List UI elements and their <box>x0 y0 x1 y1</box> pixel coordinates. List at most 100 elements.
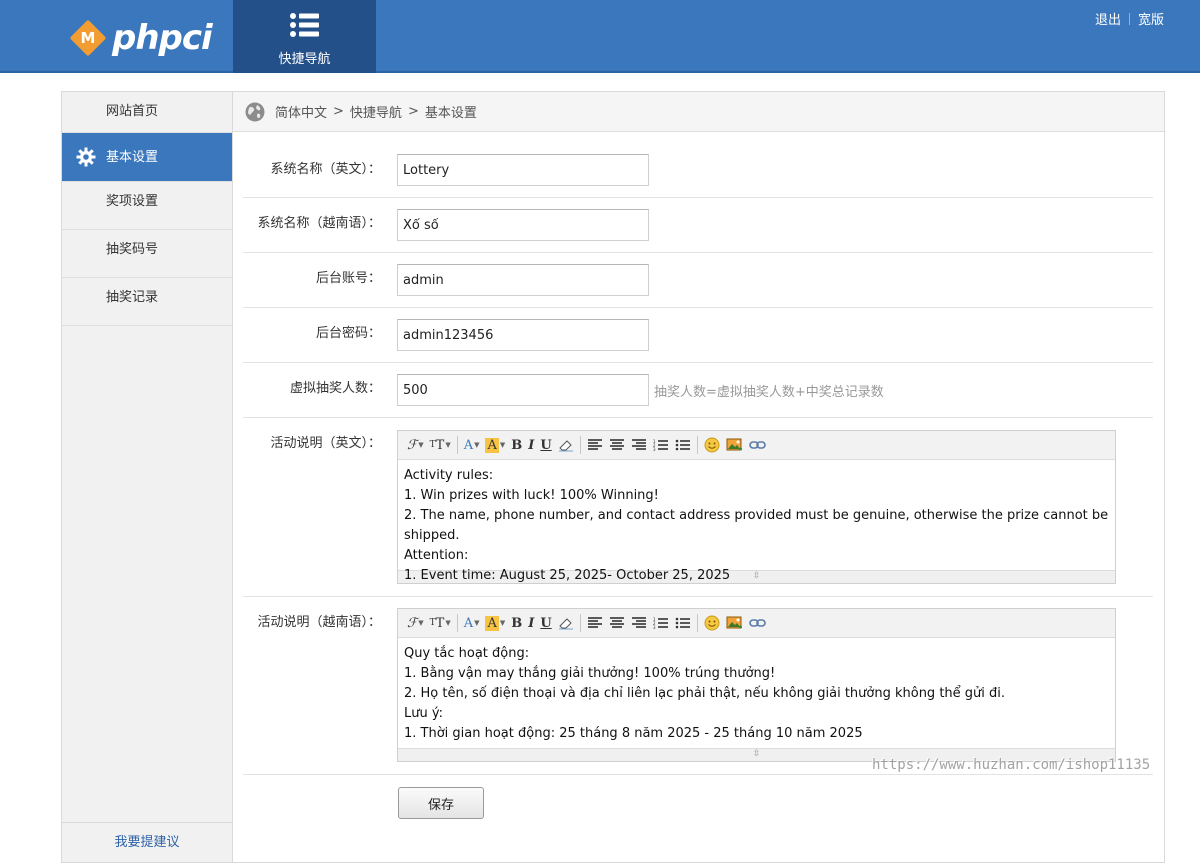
eraser-icon[interactable] <box>558 613 574 633</box>
form-row-virtual-count: 虚拟抽奖人数： 抽奖人数=虚拟抽奖人数+中奖总记录数 <box>243 363 1153 418</box>
form-row-desc-en: 活动说明（英文）： ℱ ▼ T T ▼ A ▼ A ▼ B I U 1 2 3 … <box>243 418 1153 597</box>
gear-icon <box>76 147 96 167</box>
link-icon[interactable] <box>748 435 766 455</box>
bold-icon[interactable]: B <box>511 435 522 455</box>
emoticon-icon[interactable] <box>704 435 720 455</box>
password-input[interactable] <box>397 319 649 351</box>
font-color-icon[interactable]: A ▼ <box>464 613 480 633</box>
sidebar: 网站首页 基本设置 奖项设置 抽奖码号 抽奖记录 我要提建议 <box>62 92 233 862</box>
desc-en-editor: ℱ ▼ T T ▼ A ▼ A ▼ B I U 1 2 3 Activity r… <box>397 430 1116 584</box>
image-icon[interactable] <box>726 613 743 633</box>
virtual-count-label: 虚拟抽奖人数： <box>289 381 381 396</box>
italic-icon[interactable]: I <box>528 435 534 455</box>
unordered-list-icon[interactable] <box>675 613 691 633</box>
list-icon <box>290 13 319 37</box>
sidebar-item-label: 抽奖记录 <box>106 290 159 305</box>
align-left-icon[interactable] <box>587 613 603 633</box>
watermark: https://www.huzhan.com/ishop11135 <box>872 757 1151 773</box>
content-line: 1. Bằng vận may thắng giải thưởng! 100% … <box>404 666 776 681</box>
name-vi-label: 系统名称（越南语）： <box>257 216 381 231</box>
bold-icon[interactable]: B <box>511 613 522 633</box>
image-icon[interactable] <box>726 435 743 455</box>
sidebar-item-basic-settings[interactable]: 基本设置 <box>62 133 232 182</box>
font-size-icon[interactable]: T T ▼ <box>430 435 451 455</box>
editor-toolbar: ℱ ▼ T T ▼ A ▼ A ▼ B I U 1 2 3 <box>398 609 1115 638</box>
svg-text:3: 3 <box>653 625 656 630</box>
ordered-list-icon[interactable]: 123 <box>653 435 669 455</box>
breadcrumb-current: 基本设置 <box>424 106 477 121</box>
form-row-password: 后台密码： <box>243 308 1153 363</box>
svg-text:3: 3 <box>653 447 656 452</box>
unordered-list-icon[interactable] <box>675 435 691 455</box>
sidebar-item-label: 抽奖码号 <box>106 242 159 257</box>
form-row-name-vi: 系统名称（越南语）： <box>243 198 1153 253</box>
top-links: 退出 宽版 <box>1095 9 1164 28</box>
align-center-icon[interactable] <box>609 613 625 633</box>
desc-vi-editor: ℱ ▼ T T ▼ A ▼ A ▼ B I U 1 2 3 Quy tắc ho… <box>397 608 1116 762</box>
logo-mark-icon: M <box>69 19 107 57</box>
sidebar-item-prize-settings[interactable]: 奖项设置 <box>62 182 232 230</box>
content-line: Lưu ý: <box>404 706 443 721</box>
font-family-icon[interactable]: ℱ ▼ <box>407 435 424 455</box>
italic-icon[interactable]: I <box>528 613 534 633</box>
content-line: 2. The name, phone number, and contact a… <box>404 508 1109 543</box>
form-row-account: 后台账号： <box>243 253 1153 308</box>
align-left-icon[interactable] <box>587 435 603 455</box>
desc-en-label: 活动说明（英文）： <box>270 436 381 451</box>
font-family-icon[interactable]: ℱ ▼ <box>407 613 424 633</box>
content-line: 1. Win prizes with luck! 100% Winning! <box>404 488 659 503</box>
breadcrumb-quick-nav[interactable]: 快捷导航 <box>350 102 402 121</box>
name-en-input[interactable] <box>397 154 649 186</box>
align-right-icon[interactable] <box>631 613 647 633</box>
align-right-icon[interactable] <box>631 435 647 455</box>
name-en-label: 系统名称（英文）： <box>270 162 381 177</box>
content-line: Activity rules: <box>404 468 494 483</box>
content-line: 2. Họ tên, số điện thoại và địa chỉ liên… <box>404 686 1006 701</box>
link-divider <box>1128 12 1130 25</box>
font-size-icon[interactable]: T T ▼ <box>430 613 451 633</box>
form-row-name-en: 系统名称（英文）： <box>243 142 1153 198</box>
content-line: Attention: <box>404 548 469 563</box>
suggestion-link[interactable]: 我要提建议 <box>62 822 232 862</box>
logo-text: phpci <box>112 18 213 58</box>
editor-toolbar: ℱ ▼ T T ▼ A ▼ A ▼ B I U 1 2 3 <box>398 431 1115 460</box>
top-header: M phpci 快捷导航 退出 宽版 <box>0 0 1200 73</box>
emoticon-icon[interactable] <box>704 613 720 633</box>
highlight-color-icon[interactable]: A ▼ <box>485 613 505 633</box>
breadcrumb-separator: > <box>407 104 419 119</box>
breadcrumb: 简体中文 > 快捷导航 > 基本设置 <box>233 92 1164 132</box>
sidebar-item-label: 基本设置 <box>106 150 159 165</box>
quick-nav-label: 快捷导航 <box>278 52 331 67</box>
logo[interactable]: M phpci <box>69 18 213 58</box>
globe-icon <box>245 102 265 121</box>
ordered-list-icon[interactable]: 123 <box>653 613 669 633</box>
account-input[interactable] <box>397 264 649 296</box>
breadcrumb-lang[interactable]: 简体中文 <box>275 102 327 121</box>
align-center-icon[interactable] <box>609 435 625 455</box>
highlight-color-icon[interactable]: A ▼ <box>485 435 505 455</box>
password-label: 后台密码： <box>315 326 381 341</box>
sidebar-item-label: 奖项设置 <box>106 194 159 209</box>
virtual-count-input[interactable] <box>397 374 649 406</box>
sidebar-item-lottery-records[interactable]: 抽奖记录 <box>62 278 232 326</box>
content-line: 1. Thời gian hoạt động: 25 tháng 8 năm 2… <box>404 726 863 741</box>
sidebar-item-home[interactable]: 网站首页 <box>62 92 232 133</box>
account-label: 后台账号： <box>315 271 381 286</box>
sidebar-item-label: 网站首页 <box>106 104 159 119</box>
save-button[interactable]: 保存 <box>398 787 484 819</box>
desc-vi-content[interactable]: Quy tắc hoạt động: 1. Bằng vận may thắng… <box>398 638 1115 748</box>
underline-icon[interactable]: U <box>540 613 551 633</box>
link-icon[interactable] <box>748 613 766 633</box>
form-row-desc-vi: 活动说明（越南语）： ℱ ▼ T T ▼ A ▼ A ▼ B I U 1 2 3… <box>243 597 1153 775</box>
underline-icon[interactable]: U <box>540 435 551 455</box>
logout-link[interactable]: 退出 <box>1095 9 1121 28</box>
quick-nav-tab[interactable]: 快捷导航 <box>233 0 376 73</box>
name-vi-input[interactable] <box>397 209 649 241</box>
font-color-icon[interactable]: A ▼ <box>464 435 480 455</box>
eraser-icon[interactable] <box>558 435 574 455</box>
wide-mode-link[interactable]: 宽版 <box>1138 9 1164 28</box>
desc-en-content[interactable]: Activity rules: 1. Win prizes with luck!… <box>398 460 1115 583</box>
virtual-count-hint: 抽奖人数=虚拟抽奖人数+中奖总记录数 <box>654 385 884 400</box>
desc-vi-label: 活动说明（越南语）： <box>257 615 381 630</box>
sidebar-item-lottery-codes[interactable]: 抽奖码号 <box>62 230 232 278</box>
